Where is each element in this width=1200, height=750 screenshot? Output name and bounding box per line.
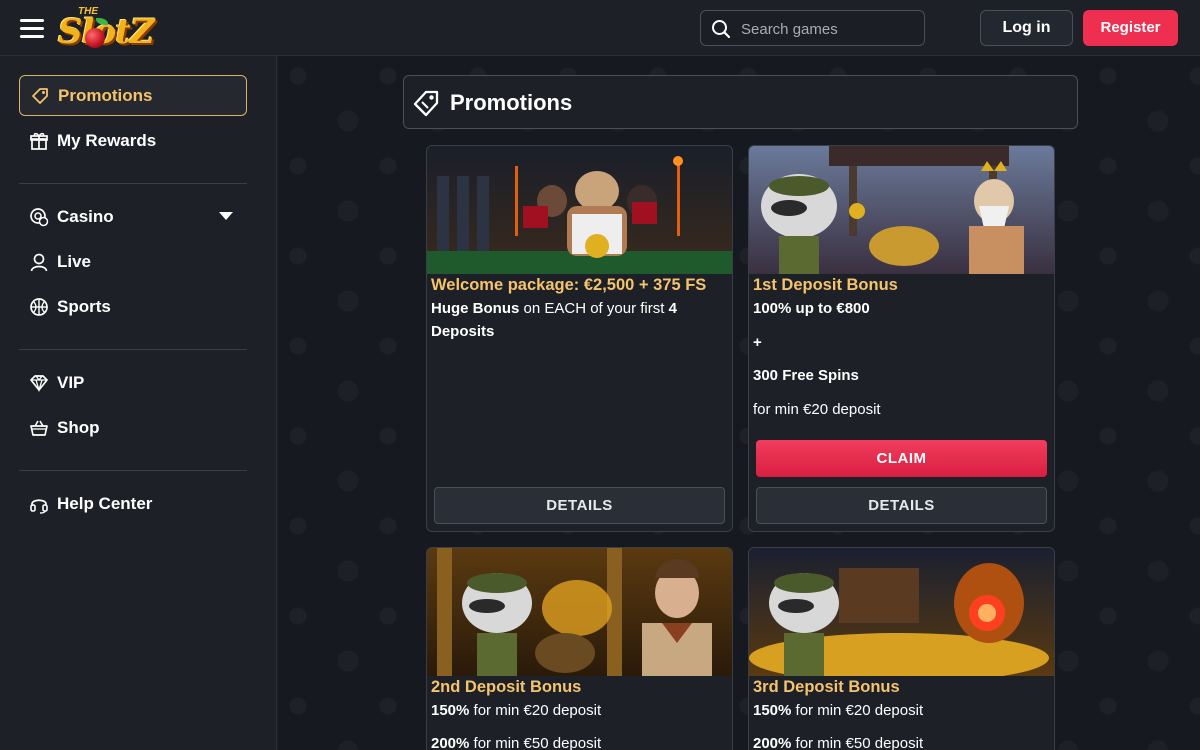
sidebar-item-shop[interactable]: Shop <box>19 407 247 448</box>
sidebar-divider <box>19 183 247 184</box>
sidebar-item-vip[interactable]: VIP <box>19 362 247 403</box>
basket-icon <box>30 420 48 436</box>
search-box[interactable] <box>700 10 925 46</box>
promo-offer-2: 200% for min €50 deposit <box>431 735 602 750</box>
promo-description-cont: Deposits <box>431 323 495 340</box>
chevron-down-icon[interactable] <box>219 212 233 220</box>
tag-icon <box>413 90 439 117</box>
promo-description: Huge Bonus on EACH of your first 4 <box>431 300 677 317</box>
page-title: Promotions <box>450 90 573 115</box>
promo-title: 2nd Deposit Bonus <box>431 678 582 696</box>
headset-icon <box>30 498 48 514</box>
sidebar-item-label: My Rewards <box>57 130 157 150</box>
sidebar-item-label: Promotions <box>58 85 153 105</box>
sidebar-item-label: Shop <box>57 417 100 437</box>
promo-plus: + <box>753 334 762 351</box>
promo-card-first-deposit: 1st Deposit Bonus 100% up to €800 + 300 … <box>748 145 1055 532</box>
logo-text: SlotZ <box>58 12 155 52</box>
promotions-header: Promotions <box>403 75 1078 129</box>
sidebar-item-live[interactable]: Live <box>19 241 247 282</box>
claim-button[interactable]: CLAIM <box>756 440 1047 477</box>
promo-free-spins: 300 Free Spins <box>753 367 859 384</box>
sidebar-divider <box>19 470 247 471</box>
sidebar-item-label: VIP <box>57 372 85 392</box>
diamond-icon <box>30 374 48 392</box>
sidebar-item-help-center[interactable]: Help Center <box>19 483 247 524</box>
menu-toggle-icon[interactable] <box>20 16 46 40</box>
promo-card-welcome: Welcome package: €2,500 + 375 FS Huge Bo… <box>426 145 733 532</box>
promo-offer: 150% for min €20 deposit <box>431 702 602 719</box>
sidebar: Promotions My Rewards Casino Live Sports… <box>0 56 277 750</box>
promo-card-second-deposit: 2nd Deposit Bonus 150% for min €20 depos… <box>426 547 733 750</box>
sidebar-item-label: Sports <box>57 296 111 316</box>
sidebar-divider <box>19 349 247 350</box>
promo-offer-2: 200% for min €50 deposit <box>753 735 924 750</box>
details-button[interactable]: DETAILS <box>434 487 725 524</box>
login-button[interactable]: Log in <box>980 10 1073 46</box>
promo-title: 1st Deposit Bonus <box>753 276 898 294</box>
search-input[interactable] <box>741 17 916 41</box>
promo-banner-image <box>749 146 1054 274</box>
details-button[interactable]: DETAILS <box>756 487 1047 524</box>
person-icon <box>30 253 48 271</box>
cherry-icon <box>85 28 105 48</box>
promo-banner-image <box>427 548 732 676</box>
top-header: THE SlotZ Log in Register <box>0 0 1200 56</box>
main-content: Promotions Welcome package: €2,500 + 375… <box>278 56 1200 750</box>
search-icon <box>712 20 731 39</box>
promo-offer: 100% up to €800 <box>753 300 870 317</box>
gift-icon <box>30 132 48 150</box>
promo-card-third-deposit: 3rd Deposit Bonus 150% for min €20 depos… <box>748 547 1055 750</box>
tag-icon <box>32 87 48 104</box>
sidebar-item-my-rewards[interactable]: My Rewards <box>19 120 247 161</box>
sidebar-item-casino[interactable]: Casino <box>19 196 247 237</box>
promo-banner-image <box>427 146 732 274</box>
promo-banner-image <box>749 548 1054 676</box>
promo-offer: 150% for min €20 deposit <box>753 702 924 719</box>
ball-icon <box>30 297 48 316</box>
promo-title: Welcome package: €2,500 + 375 FS <box>431 276 707 294</box>
site-logo[interactable]: THE SlotZ <box>58 6 155 52</box>
sidebar-item-label: Help Center <box>57 493 153 513</box>
sidebar-item-promotions[interactable]: Promotions <box>19 75 247 116</box>
sidebar-item-label: Live <box>57 251 92 271</box>
sidebar-item-label: Casino <box>57 206 114 226</box>
promo-title: 3rd Deposit Bonus <box>753 678 900 696</box>
register-button[interactable]: Register <box>1083 10 1178 46</box>
sidebar-item-sports[interactable]: Sports <box>19 286 247 327</box>
promo-condition: for min €20 deposit <box>753 401 881 418</box>
casino-chip-icon <box>30 207 49 226</box>
